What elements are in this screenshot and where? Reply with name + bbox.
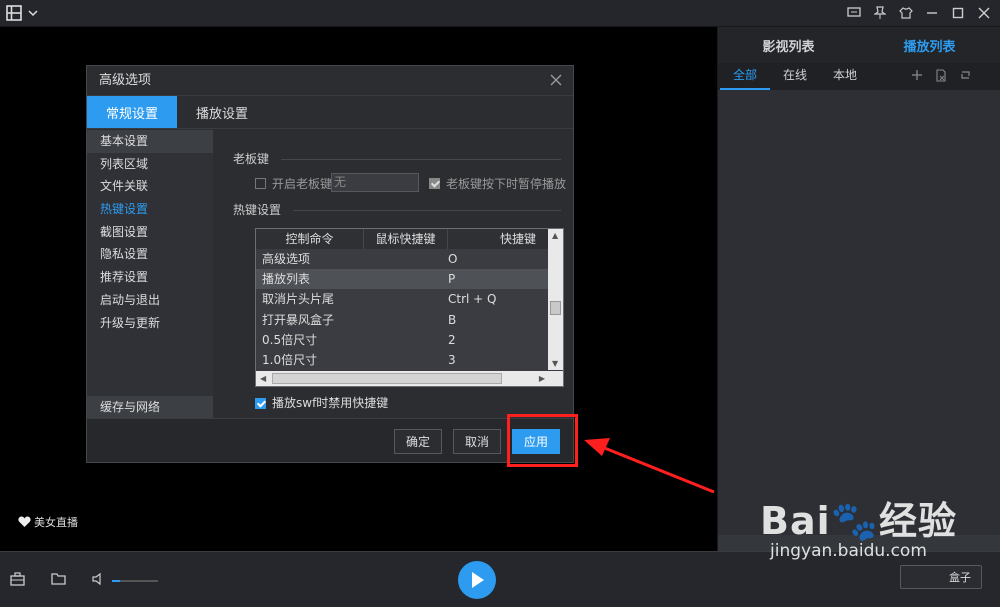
divider — [293, 210, 561, 211]
watermark-logo: Bai🐾经验 — [760, 499, 957, 543]
message-icon[interactable] — [844, 4, 864, 22]
pause-on-boss-key-label: 老板键按下时暂停播放 — [446, 177, 567, 191]
nav-item-basic[interactable]: 基本设置 — [87, 130, 213, 153]
highlight-box — [507, 414, 578, 467]
nav-item-recommend[interactable]: 推荐设置 — [87, 266, 213, 289]
ok-button[interactable]: 确定 — [394, 429, 442, 454]
nav-item-startup-exit[interactable]: 启动与退出 — [87, 289, 213, 312]
settings-nav: 基本设置 列表区域 文件关联 热键设置 截图设置 隐私设置 推荐设置 启动与退出… — [87, 130, 213, 418]
scroll-left-icon[interactable]: ◀ — [260, 374, 266, 383]
table-row[interactable]: 0.5倍尺寸 2 — [256, 329, 548, 350]
nav-item-list-area[interactable]: 列表区域 — [87, 153, 213, 176]
scroll-thumb[interactable] — [272, 373, 502, 384]
arrow-icon — [584, 438, 715, 494]
pin-icon[interactable] — [870, 4, 890, 22]
row-command: 高级选项 — [262, 252, 311, 266]
minimize-icon[interactable] — [922, 4, 942, 22]
tab-playlist[interactable]: 播放列表 — [859, 27, 1000, 63]
boss-key-input[interactable]: 无 — [331, 173, 419, 192]
nav-item-privacy[interactable]: 隐私设置 — [87, 243, 213, 266]
open-folder-icon[interactable] — [51, 572, 66, 585]
nav-item-file-assoc[interactable]: 文件关联 — [87, 175, 213, 198]
dialog-footer: 确定 取消 应用 — [87, 418, 573, 462]
scroll-right-icon[interactable]: ▶ — [539, 374, 545, 383]
tab-general-settings[interactable]: 常规设置 — [87, 96, 177, 128]
disable-hotkeys-swf-label: 播放swf时禁用快捷键 — [272, 396, 389, 410]
boss-key-enable-label: 开启老板键 — [272, 177, 333, 191]
nav-item-hotkeys[interactable]: 热键设置 — [87, 198, 213, 221]
title-bar — [0, 0, 1000, 27]
row-key: O — [448, 252, 458, 266]
table-header: 控制命令 鼠标快捷键 快捷键 — [256, 229, 548, 249]
box-label: 盒子 — [949, 571, 971, 584]
playlist-panel: 影视列表 播放列表 全部 在线 本地 — [717, 27, 1000, 551]
row-command: 1.0倍尺寸 — [262, 352, 318, 367]
boss-key-heading: 老板键 — [233, 152, 270, 166]
vertical-scrollbar[interactable]: ▲ ▼ — [548, 229, 563, 370]
subtab-online[interactable]: 在线 — [770, 63, 820, 90]
main-menu[interactable] — [6, 5, 38, 21]
chevron-down-icon[interactable] — [28, 9, 38, 17]
row-command: 打开暴风盒子 — [262, 312, 335, 327]
col-mouse-shortcut[interactable]: 鼠标快捷键 — [364, 229, 448, 249]
advanced-options-dialog: 高级选项 常规设置 播放设置 基本设置 列表区域 文件关联 热键设置 截图设置 … — [86, 65, 574, 463]
list-view-icon[interactable] — [6, 5, 22, 21]
live-stream-link[interactable]: 美女直播 — [18, 514, 78, 530]
table-row[interactable]: 打开暴风盒子 B — [256, 309, 548, 330]
nav-item-cache-network[interactable]: 缓存与网络 — [87, 396, 213, 418]
nav-item-screenshot[interactable]: 截图设置 — [87, 221, 213, 244]
pause-on-boss-key-checkbox[interactable] — [429, 176, 440, 190]
scroll-down-icon[interactable]: ▼ — [552, 359, 558, 368]
table-row[interactable]: 播放列表 P — [256, 269, 548, 290]
add-icon[interactable] — [911, 69, 923, 81]
watermark: Bai🐾经验 jingyan.baidu.com — [760, 490, 957, 561]
hotkey-settings-panel: 老板键 开启老板键 无 老板键按下时暂停播放 热键设置 控制命令 鼠标快捷键 快… — [221, 130, 567, 418]
volume-icon[interactable] — [92, 572, 105, 586]
box-button[interactable]: 盒子 — [900, 565, 982, 589]
row-key: Ctrl + Q — [448, 292, 497, 307]
table-row[interactable]: 1.0倍尺寸 3 — [256, 349, 548, 371]
cancel-button[interactable]: 取消 — [453, 429, 501, 454]
scroll-thumb[interactable] — [550, 301, 561, 315]
subtab-local[interactable]: 本地 — [820, 63, 870, 90]
toolbox-icon[interactable] — [10, 572, 25, 586]
tab-movie-list[interactable]: 影视列表 — [718, 27, 859, 63]
nav-item-update[interactable]: 升级与更新 — [87, 312, 213, 335]
hotkey-table: 控制命令 鼠标快捷键 快捷键 高级选项 O 播放列表 P 取消片头片尾 Ctrl + … — [255, 228, 564, 387]
row-key: 3 — [448, 352, 456, 367]
volume-level — [112, 580, 120, 582]
boss-key-enable-checkbox[interactable] — [255, 176, 266, 190]
volume-slider[interactable] — [112, 580, 158, 582]
row-command: 播放列表 — [262, 272, 311, 287]
heart-icon — [18, 516, 31, 527]
row-command: 取消片头片尾 — [262, 292, 335, 307]
skin-icon[interactable] — [896, 4, 916, 22]
row-key: B — [448, 312, 457, 327]
col-shortcut[interactable]: 快捷键 — [448, 229, 548, 249]
table-row[interactable]: 高级选项 O — [256, 249, 548, 270]
hotkey-heading: 热键设置 — [233, 203, 282, 217]
play-button[interactable] — [458, 561, 496, 599]
tab-playback-settings[interactable]: 播放设置 — [177, 96, 267, 128]
dialog-title: 高级选项 — [99, 73, 152, 88]
subtab-all[interactable]: 全部 — [720, 63, 770, 90]
horizontal-scrollbar[interactable]: ◀ ▶ — [256, 371, 563, 386]
table-row[interactable]: 取消片头片尾 Ctrl + Q — [256, 289, 548, 310]
loop-mode-icon[interactable] — [959, 69, 972, 81]
delete-file-icon[interactable] — [935, 69, 947, 82]
scroll-up-icon[interactable]: ▲ — [552, 231, 558, 240]
play-icon — [472, 572, 484, 588]
col-command[interactable]: 控制命令 — [256, 229, 364, 249]
close-icon[interactable] — [549, 73, 563, 87]
maximize-icon[interactable] — [948, 4, 968, 22]
divider — [281, 159, 561, 160]
close-icon[interactable] — [974, 4, 994, 22]
row-command: 0.5倍尺寸 — [262, 332, 318, 347]
row-key: 2 — [448, 332, 456, 347]
row-key: P — [448, 272, 456, 287]
live-label[interactable]: 美女直播 — [34, 514, 78, 530]
disable-hotkeys-swf-checkbox[interactable] — [255, 396, 266, 410]
